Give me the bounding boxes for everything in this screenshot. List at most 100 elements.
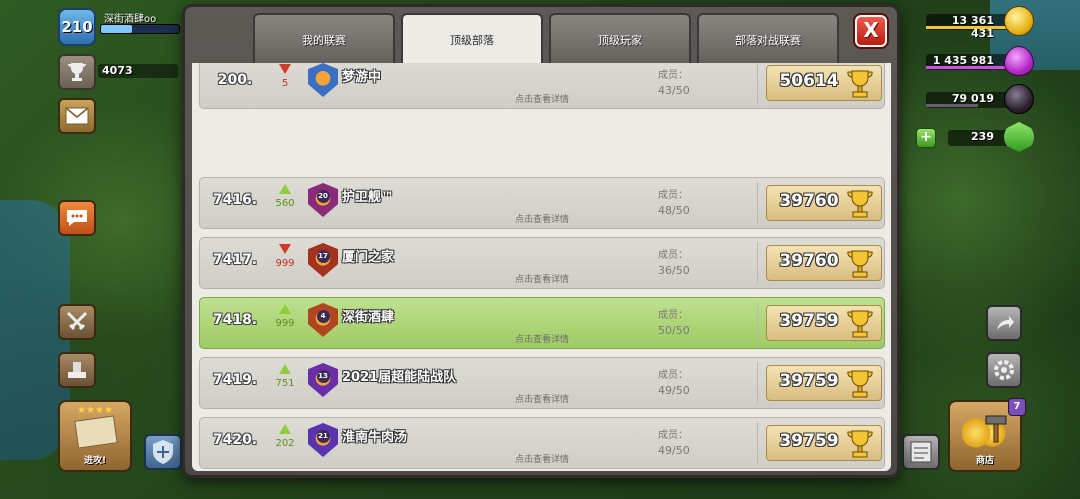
- chat-button[interactable]: [58, 200, 96, 236]
- elixir-counter: 1 435 981: [926, 46, 1034, 76]
- hammer-icon: [985, 415, 1007, 443]
- arrow-up-icon: [279, 184, 291, 194]
- clan-row[interactable]: 7420. 202 21 淮南牛肉汤 成员： 49/50 39759 点击查看详…: [199, 417, 885, 469]
- gem-counter: 239: [948, 122, 1034, 152]
- dark-elixir-counter: 79 019: [926, 84, 1034, 114]
- shop-label: 商店: [975, 456, 994, 466]
- members-label: 成员：: [658, 310, 688, 321]
- rank-change-value: 5: [281, 78, 289, 89]
- view-details-link[interactable]: 点击查看详情: [200, 92, 884, 105]
- tab-my-league[interactable]: 我的联赛: [253, 13, 395, 63]
- clan-name: 淮南牛肉汤: [342, 430, 408, 445]
- rank-number: 7417.: [212, 252, 258, 268]
- clan-score: 39759: [779, 371, 839, 391]
- clan-name: 深街酒肆: [342, 310, 395, 325]
- attack-button[interactable]: ★★★★ 进攻!: [58, 400, 132, 472]
- members-label: 成员：: [658, 430, 688, 441]
- shield-icon: [153, 440, 173, 464]
- clan-level: 17: [316, 249, 330, 263]
- rank-change-value: 202: [275, 438, 295, 449]
- members-label: 成员：: [658, 250, 688, 261]
- clan-score: 50614: [779, 71, 839, 91]
- rank-number: 7419.: [212, 372, 258, 388]
- tab-top-clans[interactable]: 顶级部落: [401, 13, 543, 66]
- map-icon: [74, 415, 118, 449]
- view-details-link[interactable]: 点击查看详情: [200, 212, 884, 225]
- tab-clan-war-league[interactable]: 部落对战联赛: [697, 13, 839, 63]
- rank-change: 999: [270, 304, 300, 329]
- view-details-link[interactable]: 点击查看详情: [200, 392, 884, 405]
- gold-counter: 13 361 431: [926, 6, 1034, 40]
- members-label: 成员：: [658, 190, 688, 201]
- shop-notification-badge: 7: [1008, 398, 1026, 416]
- layout-icon: [910, 441, 932, 463]
- clan-row[interactable]: 7416. 560 20 护卫舰™ 成员： 48/50 39760 点击查看详情: [199, 177, 885, 229]
- share-icon: [997, 316, 1014, 330]
- arrow-up-icon: [279, 424, 291, 434]
- shop-button[interactable]: 7 商店: [948, 398, 1026, 472]
- close-button[interactable]: X: [853, 13, 889, 49]
- clan-level: 13: [316, 369, 330, 383]
- rank-number: 7416.: [212, 192, 258, 208]
- gold-icon: [1004, 6, 1034, 36]
- gem-amount: 239: [971, 130, 994, 143]
- mail-icon: [65, 107, 89, 125]
- trophy-count: 4073: [98, 64, 178, 78]
- gear-icon: [994, 360, 1014, 380]
- leaderboard-modal: 我的联赛 顶级部落 顶级玩家 部落对战联赛 X 200. 5 梦游中 成员： 4…: [182, 4, 900, 478]
- attack-label: 进攻!: [83, 456, 107, 466]
- clan-score: 39759: [779, 431, 839, 451]
- clan-name: 护卫舰™: [342, 190, 395, 205]
- members-label: 成员：: [658, 70, 688, 81]
- rank-number: 7418.: [212, 312, 258, 328]
- view-details-link[interactable]: 点击查看详情: [200, 272, 884, 285]
- clan-row[interactable]: 7417. 999 17 厦门之家 成员： 36/50 39760 点击查看详情: [199, 237, 885, 289]
- rank-change-value: 751: [275, 378, 295, 389]
- battle-log-button[interactable]: [58, 304, 96, 340]
- rank-change: 202: [270, 424, 300, 449]
- view-details-link[interactable]: 点击查看详情: [200, 332, 884, 345]
- arrow-up-icon: [279, 364, 291, 374]
- members-label: 成员：: [658, 370, 688, 381]
- clan-level: 4: [316, 309, 330, 323]
- share-button[interactable]: [986, 305, 1022, 341]
- elixir-capacity-bar: [926, 66, 1006, 69]
- clan-row[interactable]: 7418. 999 4 深街酒肆 成员： 50/50 39759 点击查看详情: [199, 297, 885, 349]
- clan-score: 39760: [779, 251, 839, 271]
- rank-change: 999: [270, 244, 300, 269]
- clan-ranking-list[interactable]: 200. 5 梦游中 成员： 43/50 50614 点击查看详情 7416. …: [192, 63, 891, 471]
- trophy-icon[interactable]: [58, 54, 96, 90]
- clan-name: 2021届超能陆战队: [342, 370, 457, 385]
- rank-change-value: 999: [275, 258, 295, 269]
- builder-button[interactable]: [58, 352, 96, 388]
- chat-icon: [67, 210, 87, 226]
- clan-row[interactable]: 7419. 751 13 2021届超能陆战队 成员： 49/50 39759 …: [199, 357, 885, 409]
- rank-change: 5: [270, 64, 300, 89]
- rank-number: 200.: [217, 72, 253, 88]
- rank-change-value: 560: [275, 198, 295, 209]
- arrow-down-icon: [279, 64, 291, 74]
- view-details-link[interactable]: 点击查看详情: [200, 452, 884, 465]
- builder-icon: [68, 362, 86, 378]
- clan-level: 20: [316, 189, 330, 203]
- xp-bar: [100, 24, 180, 34]
- player-name: 深街酒肆oo: [104, 14, 157, 25]
- add-gems-button[interactable]: +: [916, 128, 936, 148]
- star-icons: ★★★★: [77, 405, 113, 416]
- rank-change: 560: [270, 184, 300, 209]
- rank-change-value: 999: [275, 318, 295, 329]
- clan-score: 39759: [779, 311, 839, 331]
- shield-button[interactable]: [144, 434, 182, 470]
- rank-number: 7420.: [212, 432, 258, 448]
- clan-level: 21: [316, 429, 330, 443]
- layout-button[interactable]: [902, 434, 940, 470]
- mail-button[interactable]: [58, 98, 96, 134]
- elixir-icon: [1004, 46, 1034, 76]
- settings-button[interactable]: [986, 352, 1022, 388]
- clan-row[interactable]: 200. 5 梦游中 成员： 43/50 50614 点击查看详情: [199, 63, 885, 109]
- level-badge[interactable]: 210: [58, 8, 96, 46]
- dark-elixir-icon: [1004, 84, 1034, 114]
- clan-score: 39760: [779, 191, 839, 211]
- clan-name: 梦游中: [342, 70, 382, 85]
- tab-top-players[interactable]: 顶级玩家: [549, 13, 691, 63]
